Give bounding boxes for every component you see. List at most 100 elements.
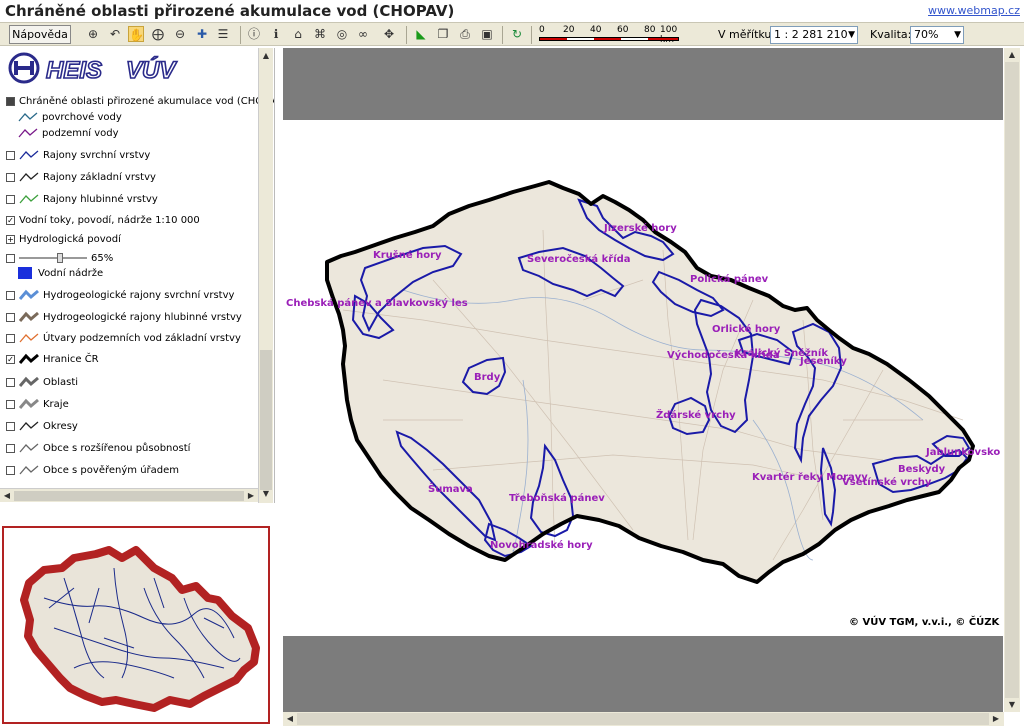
identify-icon[interactable]: ℹ [268,26,284,42]
chevron-down-icon: ▼ [954,30,961,40]
legend-item[interactable]: Obce s rozšířenou působností [6,439,190,457]
layer-checkbox[interactable] [6,253,15,263]
legend-item-label: podzemní vody [42,127,119,139]
legend-item[interactable]: Okresy [6,417,78,435]
scroll-thumb[interactable] [14,491,244,501]
layer-checkbox[interactable] [6,172,15,182]
scroll-thumb[interactable] [260,350,272,490]
scroll-up-icon[interactable]: ▲ [1005,48,1019,62]
layer-checkbox[interactable] [6,399,15,409]
legend-item[interactable]: Kraje [6,395,69,413]
title-bar: Chráněné oblasti přirozené akumulace vod… [0,0,1024,22]
layer-checkbox[interactable] [6,465,15,475]
scale-bar: 0 20 40 60 80 100 km [539,25,679,45]
legend-hscrollbar[interactable]: ◀ ▶ [0,488,258,502]
scroll-left-icon[interactable]: ◀ [0,489,14,503]
legend-item[interactable]: Hydrogeologické rajony hlubinné vrstvy [6,308,242,326]
app-window: Chráněné oblasti přirozené akumulace vod… [0,0,1024,726]
scale-tick: 100 km [660,25,678,45]
layer-checkbox[interactable] [6,194,15,204]
flag-icon[interactable]: ◣ [413,26,429,42]
legend-item[interactable]: Rajony hlubinné vrstvy [6,190,158,208]
line-symbol-icon [19,289,39,300]
legend-item[interactable]: Rajony svrchní vrstvy [6,146,150,164]
map-label: Jizerské hory [604,223,677,234]
legend-item[interactable]: Hydrogeologické rajony svrchní vrstvy [6,286,234,304]
line-symbol-icon [19,172,39,182]
scroll-thumb[interactable] [297,713,989,725]
layer-checkbox[interactable]: ✓ [6,354,15,364]
scroll-right-icon[interactable]: ▶ [989,712,1003,726]
scale-select[interactable]: 1 : 2 281 210 ▼ [770,26,858,44]
svg-text:HEIS: HEIS [46,57,102,84]
scroll-thumb[interactable] [1005,62,1019,698]
scroll-left-icon[interactable]: ◀ [283,712,297,726]
legend-item-label: Rajony základní vrstvy [43,171,156,183]
layer-checkbox[interactable] [6,377,15,387]
binoculars-icon[interactable]: ∞ [355,26,371,42]
scroll-down-icon[interactable]: ▼ [1005,698,1019,712]
zoom-out-icon[interactable]: ⊖ [172,26,188,42]
toolbar-separator [406,26,407,44]
info-icon[interactable]: ⓘ [246,26,262,42]
map-label: Beskydy [898,464,946,475]
layers-icon[interactable]: ☰ [215,26,231,42]
scale-label: V měřítku: [718,28,776,41]
scroll-down-icon[interactable]: ▼ [260,488,272,500]
legend-item[interactable]: ✓ Vodní toky, povodí, nádrže 1:10 000 [6,211,200,229]
legend-item[interactable]: Útvary podzemních vod základní vrstvy [6,329,241,347]
move-icon[interactable]: ✚ [194,26,210,42]
map-label: Severočeská křída [527,254,631,265]
overview-map[interactable] [2,526,270,724]
zoom-in-icon[interactable]: ⨁ [150,26,166,42]
layer-checkbox[interactable] [6,421,15,431]
home-icon[interactable]: ⌂ [290,26,306,42]
layer-checkbox[interactable] [6,150,15,160]
scroll-up-icon[interactable]: ▲ [260,50,272,62]
line-symbol-icon [18,112,38,122]
legend-item-label: Okresy [43,420,78,432]
layer-checkbox[interactable] [6,96,15,106]
scale-segment [567,38,594,40]
layer-checkbox[interactable]: + [6,234,15,244]
target-icon[interactable]: ◎ [334,26,350,42]
map-vscrollbar[interactable]: ▲ ▼ [1004,48,1020,712]
line-symbol-icon [19,194,39,204]
line-symbol-icon [19,333,39,343]
zoom-back-icon[interactable]: ↶ [107,26,123,42]
layer-checkbox[interactable]: ✓ [6,215,15,225]
map-hscrollbar[interactable]: ◀ ▶ [283,712,1004,726]
legend-scrollbar[interactable]: ▲ ▼ [258,48,273,503]
legend-item[interactable]: + Hydrologická povodí [6,230,121,248]
print-icon[interactable]: ⎙ [457,26,473,42]
webmap-link[interactable]: www.webmap.cz [928,4,1020,17]
zoom-extent-icon[interactable]: ⊕ [85,26,101,42]
layer-checkbox[interactable] [6,312,15,322]
copy-icon[interactable]: ❐ [435,26,451,42]
opacity-slider[interactable] [19,253,87,263]
help-button[interactable]: Nápověda [9,25,71,44]
map-label: Kvartér řeky Moravy [752,472,868,483]
map-label: Chebská pánev a Slavkovský les [286,298,468,309]
layer-checkbox[interactable] [6,443,15,453]
page-title: Chráněné oblasti přirozené akumulace vod… [5,2,455,20]
layer-checkbox[interactable] [6,290,15,300]
quality-select[interactable]: 70% ▼ [910,26,964,44]
legend-item[interactable]: Obce s pověřeným úřadem [6,461,179,479]
legend-item[interactable]: ✓ Hranice ČR [6,350,99,368]
map-label: Žďárské vrchy [656,410,736,421]
save-icon[interactable]: ▣ [479,26,495,42]
legend-item-label: Rajony svrchní vrstvy [43,149,151,161]
measure-icon[interactable]: ✥ [381,26,397,42]
pan-hand-icon[interactable]: ✋ [128,26,144,42]
water-reservoir-swatch [18,267,32,279]
legend-item[interactable]: Oblasti [6,373,78,391]
scroll-right-icon[interactable]: ▶ [244,489,258,503]
legend-item[interactable]: Rajony základní vrstvy [6,168,156,186]
layer-checkbox[interactable] [6,333,15,343]
legend-item-label: 65% [91,252,114,264]
legend-item-label: Vodní nádrže [38,267,104,279]
refresh-icon[interactable]: ↻ [509,26,525,42]
line-symbol-icon [19,311,39,322]
query-icon[interactable]: ⌘ [312,26,328,42]
